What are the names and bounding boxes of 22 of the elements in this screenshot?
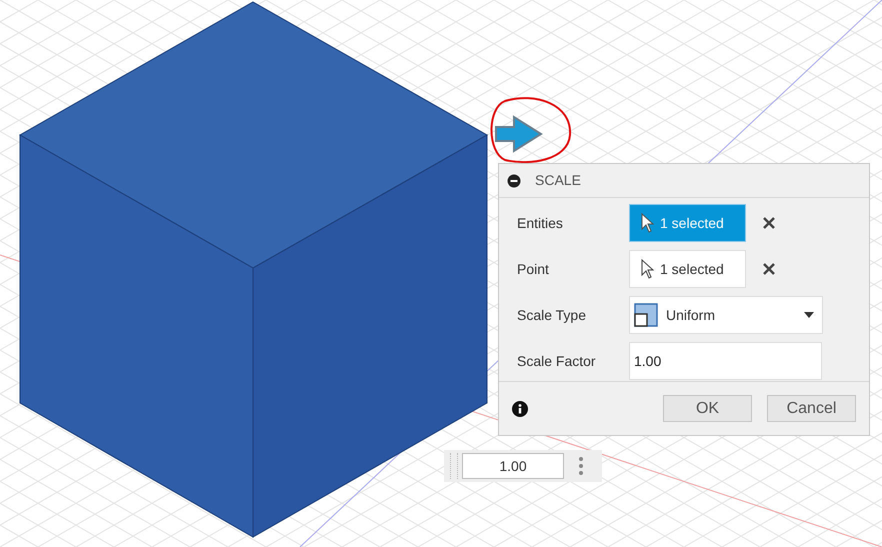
selection-button[interactable]: 1 selected (629, 250, 746, 288)
dialog-button[interactable]: Cancel (767, 395, 856, 422)
field-label: Point (517, 260, 550, 278)
field-label: Scale Type (517, 306, 588, 325)
field-label: Entities (517, 214, 564, 232)
arrow-icon[interactable] (495, 115, 543, 153)
clear-icon[interactable] (762, 262, 776, 276)
field-label: Scale Factor (517, 352, 597, 370)
value-input[interactable]: 1.00 (462, 453, 564, 479)
collapse-icon[interactable] (507, 174, 521, 188)
grip-handle[interactable] (450, 453, 458, 479)
scale-factor-input[interactable]: 1.00 (629, 342, 822, 380)
dialog-button[interactable]: OK (663, 395, 752, 422)
scale-type-dropdown[interactable]: Uniform (629, 296, 823, 334)
more-icon[interactable] (579, 457, 583, 475)
uniform-scale-icon (634, 303, 658, 327)
info-icon[interactable] (512, 400, 528, 416)
cursor-icon (640, 213, 654, 233)
dialog-title: SCALE (535, 171, 581, 190)
clear-icon[interactable] (762, 216, 776, 230)
caret-icon (804, 312, 814, 318)
cursor-icon (640, 259, 654, 279)
